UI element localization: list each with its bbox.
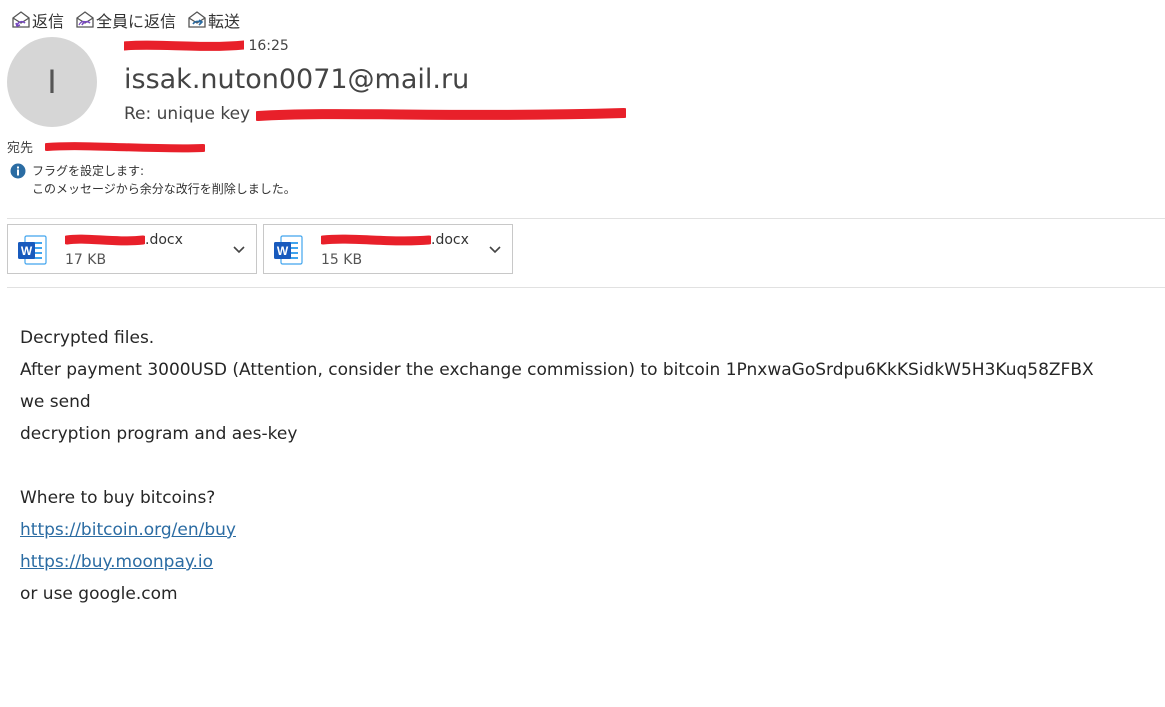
body-line: decryption program and aes-key (20, 424, 298, 444)
body-line (20, 450, 1094, 482)
message-toolbar: 返信 全員に返信 転送 (10, 8, 250, 32)
sender-address[interactable]: issak.nuton0071@mail.ru (124, 64, 469, 95)
sender-avatar[interactable]: I (7, 37, 97, 127)
to-label: 宛先 (7, 141, 34, 156)
chevron-down-icon[interactable] (232, 242, 246, 256)
attachment-card[interactable]: W .docx 17 KB (7, 224, 257, 274)
redaction-mark (321, 234, 431, 246)
body-line: https://buy.moonpay.io (20, 546, 1094, 578)
reply-all-label: 全員に返信 (96, 12, 177, 31)
reply-icon (12, 11, 30, 28)
body-line: After payment 3000USD (Attention, consid… (20, 360, 1094, 380)
attachment-name: .docx (321, 232, 469, 248)
reply-button[interactable]: 返信 (10, 8, 64, 32)
attachment-extension: .docx (145, 232, 183, 248)
forward-label: 転送 (208, 12, 241, 31)
body-line: Decrypted files. (20, 328, 155, 348)
subject-line: Re: unique key (124, 104, 626, 124)
reply-all-button[interactable]: 全員に返信 (74, 8, 176, 32)
attachment-extension: .docx (431, 232, 469, 248)
message-body: Decrypted files. After payment 3000USD (… (20, 322, 1094, 610)
body-line: or use google.com (20, 584, 178, 604)
redaction-mark (124, 40, 244, 51)
redaction-mark (45, 141, 206, 152)
chevron-down-icon[interactable] (488, 242, 502, 256)
word-icon: W (274, 235, 303, 265)
subject-text: Re: unique key (124, 104, 251, 124)
bitcoin-buy-link[interactable]: https://bitcoin.org/en/buy (20, 520, 236, 540)
body-line: we send (20, 392, 91, 412)
info-text-linebreaks: このメッセージから余分な改行を削除しました。 (32, 182, 296, 196)
redaction-mark (65, 234, 145, 246)
redaction-mark (255, 108, 626, 121)
recipient-row: 宛先 (7, 137, 206, 156)
moonpay-link[interactable]: https://buy.moonpay.io (20, 552, 213, 572)
reply-label: 返信 (32, 12, 65, 31)
sent-time: 16:25 (248, 38, 289, 54)
attachment-size: 15 KB (321, 252, 363, 268)
svg-text:W: W (277, 244, 289, 258)
forward-icon (188, 11, 206, 28)
attachment-name: .docx (65, 232, 183, 248)
reply-all-icon (76, 11, 94, 28)
divider (7, 287, 1165, 288)
email-reading-pane: 返信 全員に返信 転送 I 16:25 issak.nuton0071@mail… (0, 0, 1165, 707)
body-line: Where to buy bitcoins? (20, 488, 216, 508)
word-icon: W (18, 235, 47, 265)
svg-text:W: W (21, 244, 33, 258)
info-text-flag: フラグを設定します: (32, 164, 145, 178)
body-line: https://bitcoin.org/en/buy (20, 514, 1094, 546)
forward-button[interactable]: 転送 (186, 8, 240, 32)
attachment-card[interactable]: W .docx 15 KB (263, 224, 513, 274)
info-icon (10, 163, 26, 179)
attachment-size: 17 KB (65, 252, 107, 268)
sent-date: 16:25 (124, 38, 289, 54)
divider (7, 218, 1165, 219)
